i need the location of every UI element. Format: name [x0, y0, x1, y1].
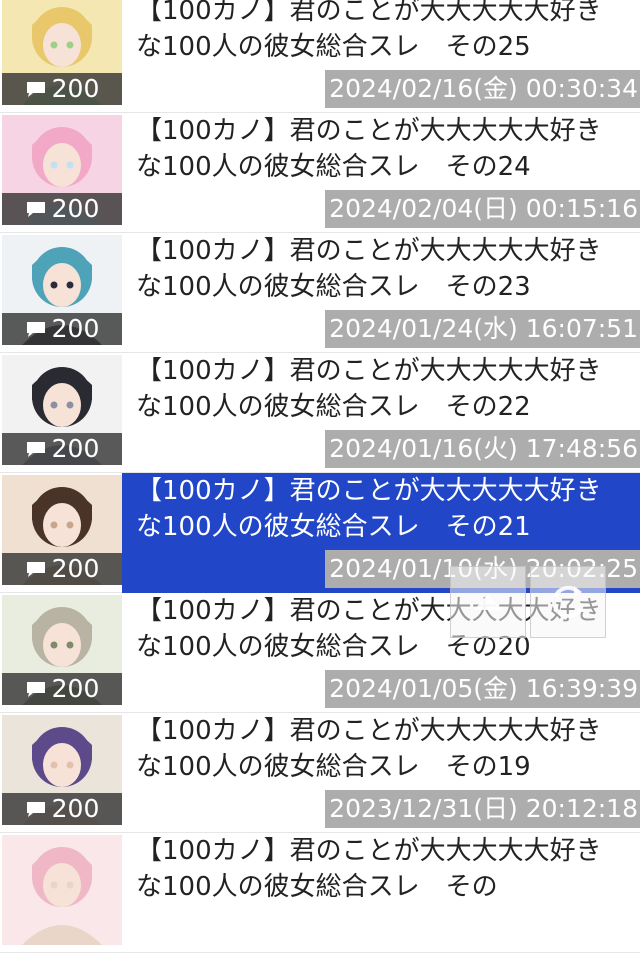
- refresh-button[interactable]: [530, 566, 606, 638]
- comment-icon: [25, 200, 47, 218]
- thread-text-area: 【100カノ】君のことが大大大大大好きな100人の彼女総合スレ その22 2024…: [122, 353, 640, 473]
- thread-thumbnail: 200: [2, 475, 122, 585]
- reply-count: 200: [51, 794, 100, 823]
- comment-icon: [25, 440, 47, 458]
- comment-icon: [25, 800, 47, 818]
- reply-count: 200: [51, 674, 100, 703]
- thread-title[interactable]: 【100カノ】君のことが大大大大大好きな100人の彼女総合スレ その25: [136, 0, 626, 65]
- reply-count: 200: [51, 314, 100, 343]
- reply-count-badge: 200: [2, 73, 122, 105]
- thread-title[interactable]: 【100カノ】君のことが大大大大大好きな100人の彼女総合スレ その24: [136, 113, 626, 185]
- comment-icon: [25, 320, 47, 338]
- reply-count-badge: 200: [2, 433, 122, 465]
- thread-thumbnail: 200: [2, 0, 122, 105]
- thread-title[interactable]: 【100カノ】君のことが大大大大大好きな100人の彼女総合スレ その: [136, 833, 626, 905]
- thread-text-area: 【100カノ】君のことが大大大大大好きな100人の彼女総合スレ その: [122, 833, 640, 953]
- reply-count-badge: 200: [2, 553, 122, 585]
- thread-row[interactable]: 200 【100カノ】君のことが大大大大大好きな100人の彼女総合スレ その19 2…: [0, 713, 640, 833]
- comment-icon: [25, 560, 47, 578]
- thread-title[interactable]: 【100カノ】君のことが大大大大大好きな100人の彼女総合スレ その19: [136, 713, 626, 785]
- thread-list: 200 【100カノ】君のことが大大大大大好きな100人の彼女総合スレ その25 2…: [0, 0, 640, 953]
- thread-date: 2023/12/31(日) 20:12:18: [325, 790, 640, 828]
- refresh-icon: [544, 578, 592, 626]
- thread-text-area: 【100カノ】君のことが大大大大大好きな100人の彼女総合スレ その19 2023…: [122, 713, 640, 833]
- thread-row[interactable]: 【100カノ】君のことが大大大大大好きな100人の彼女総合スレ その: [0, 833, 640, 953]
- reply-count: 200: [51, 194, 100, 223]
- scroll-top-button[interactable]: [450, 566, 526, 638]
- thread-text-area: 【100カノ】君のことが大大大大大好きな100人の彼女総合スレ その25 2024…: [122, 0, 640, 113]
- thread-thumbnail: 200: [2, 715, 122, 825]
- reply-count-badge: 200: [2, 793, 122, 825]
- thread-thumbnail: [2, 835, 122, 945]
- thread-date: 2024/01/16(火) 17:48:56: [325, 430, 640, 468]
- thread-date: 2024/01/24(水) 16:07:51: [325, 310, 640, 348]
- character-illustration: [2, 835, 122, 945]
- thread-date: 2024/02/16(金) 00:30:34: [325, 70, 640, 108]
- thread-title[interactable]: 【100カノ】君のことが大大大大大好きな100人の彼女総合スレ その22: [136, 353, 626, 425]
- thread-title[interactable]: 【100カノ】君のことが大大大大大好きな100人の彼女総合スレ その23: [136, 233, 626, 305]
- reply-count-badge: 200: [2, 673, 122, 705]
- thread-row[interactable]: 200 【100カノ】君のことが大大大大大好きな100人の彼女総合スレ その25 2…: [0, 0, 640, 113]
- reply-count: 200: [51, 74, 100, 103]
- thread-date: 2024/02/04(日) 00:15:16: [325, 190, 640, 228]
- thread-row[interactable]: 200 【100カノ】君のことが大大大大大好きな100人の彼女総合スレ その22 2…: [0, 353, 640, 473]
- thread-title[interactable]: 【100カノ】君のことが大大大大大好きな100人の彼女総合スレ その21: [136, 473, 626, 545]
- comment-icon: [25, 80, 47, 98]
- reply-count: 200: [51, 434, 100, 463]
- thread-thumbnail: 200: [2, 355, 122, 465]
- thread-date: 2024/01/05(金) 16:39:39: [325, 670, 640, 708]
- reply-count: 200: [51, 554, 100, 583]
- reply-count-badge: 200: [2, 313, 122, 345]
- reply-count-badge: 200: [2, 193, 122, 225]
- thread-row[interactable]: 200 【100カノ】君のことが大大大大大好きな100人の彼女総合スレ その24 2…: [0, 113, 640, 233]
- chevron-up-icon: [464, 578, 512, 626]
- thread-thumbnail: 200: [2, 235, 122, 345]
- thread-text-area: 【100カノ】君のことが大大大大大好きな100人の彼女総合スレ その24 2024…: [122, 113, 640, 233]
- thread-thumbnail: 200: [2, 115, 122, 225]
- comment-icon: [25, 680, 47, 698]
- thread-row[interactable]: 200 【100カノ】君のことが大大大大大好きな100人の彼女総合スレ その23 2…: [0, 233, 640, 353]
- thread-thumbnail: 200: [2, 595, 122, 705]
- thread-text-area: 【100カノ】君のことが大大大大大好きな100人の彼女総合スレ その23 2024…: [122, 233, 640, 353]
